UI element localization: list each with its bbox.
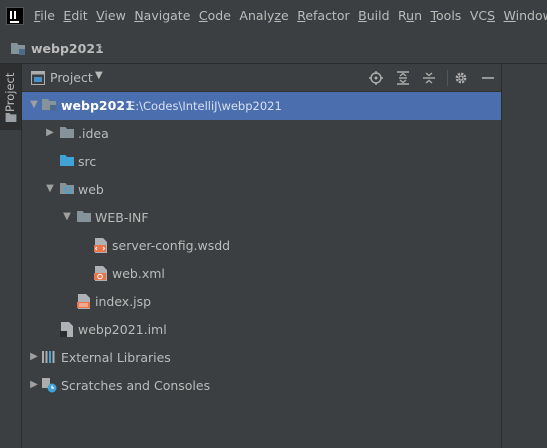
web-folder-icon	[60, 183, 74, 194]
panel-title[interactable]: Project	[50, 70, 93, 85]
chevron-right-icon[interactable]: ▶	[44, 126, 56, 140]
tree-row-index-jsp[interactable]: index.jsp	[22, 288, 501, 316]
tree-row-webinf[interactable]: ▼ WEB-INF	[22, 204, 501, 232]
menu-window[interactable]: Window	[504, 8, 547, 23]
tree-row-web[interactable]: ▼ web	[22, 176, 501, 204]
menu-bar: File Edit View Navigate Code Analyze Ref…	[0, 0, 547, 34]
tree-row-iml[interactable]: webp2021.iml	[22, 316, 501, 344]
view-dropdown-icon[interactable]: ▼	[95, 70, 103, 81]
menu-tools[interactable]: Tools	[431, 8, 462, 23]
breadcrumb-project[interactable]: webp2021	[31, 41, 104, 56]
iml-file-icon	[60, 322, 73, 337]
tree-item-label: Scratches and Consoles	[61, 378, 211, 393]
file-label: webp2021.iml	[78, 322, 167, 337]
folder-label: web	[78, 182, 104, 197]
folder-icon	[5, 113, 17, 122]
tree-row-idea[interactable]: ▶ .idea	[22, 120, 501, 148]
menu-code[interactable]: Code	[199, 8, 231, 23]
file-label: index.jsp	[95, 294, 152, 309]
project-panel: Project ▼ ▼ webp2021 E:\Codes\IntelliJ\w…	[22, 64, 501, 448]
main-menu: File Edit View Navigate Code Analyze Ref…	[34, 8, 547, 23]
gear-icon[interactable]	[452, 69, 470, 87]
chevron-down-icon[interactable]: ▼	[61, 210, 73, 224]
menu-view[interactable]: View	[96, 8, 126, 23]
menu-build[interactable]: Build	[358, 8, 389, 23]
file-label: server-config.wsdd	[112, 238, 231, 253]
chevron-down-icon[interactable]: ▼	[28, 98, 40, 112]
folder-label: .idea	[78, 126, 109, 141]
project-tool-tab[interactable]: Project	[0, 64, 21, 130]
tree-row-external-libraries[interactable]: ▶ External Libraries	[22, 344, 501, 372]
navigation-bar: webp2021 ›	[0, 34, 547, 64]
module-folder-icon	[42, 99, 56, 111]
tree-row-root[interactable]: ▼ webp2021 E:\Codes\IntelliJ\webp2021	[22, 92, 501, 120]
menu-navigate[interactable]: Navigate	[134, 8, 190, 23]
chevron-right-icon: ›	[98, 40, 104, 55]
source-folder-icon	[60, 155, 74, 166]
menu-vcs[interactable]: VCS	[470, 8, 495, 23]
folder-label: src	[78, 154, 97, 169]
tree-row-src[interactable]: src	[22, 148, 501, 176]
folder-icon	[60, 127, 74, 138]
menu-edit[interactable]: Edit	[63, 8, 87, 23]
scratches-icon	[42, 378, 57, 393]
locate-file-icon[interactable]	[367, 69, 385, 87]
root-path: E:\Codes\IntelliJ\webp2021	[128, 99, 282, 113]
hide-panel-icon[interactable]	[479, 69, 497, 87]
menu-run[interactable]: Run	[398, 8, 422, 23]
jsp-file-icon	[77, 294, 90, 309]
tree-row-scratches[interactable]: ▶ Scratches and Consoles	[22, 372, 501, 400]
panel-header: Project ▼	[22, 64, 501, 92]
editor-area	[501, 64, 547, 448]
menu-analyze[interactable]: Analyze	[239, 8, 288, 23]
intellij-logo-icon	[6, 7, 24, 25]
tree-item-label: External Libraries	[61, 350, 171, 365]
web-xml-file-icon	[94, 266, 107, 281]
folder-icon	[77, 211, 91, 222]
tree-row-web-xml[interactable]: web.xml	[22, 260, 501, 288]
xml-file-icon	[94, 238, 107, 253]
library-icon	[42, 351, 55, 363]
left-tool-stripe: Project	[0, 64, 22, 448]
file-label: web.xml	[112, 266, 165, 281]
project-view-icon	[31, 71, 45, 85]
chevron-right-icon[interactable]: ▶	[28, 378, 40, 392]
chevron-right-icon[interactable]: ▶	[28, 350, 40, 364]
project-tab-label: Project	[3, 72, 17, 112]
menu-file[interactable]: File	[34, 8, 55, 23]
collapse-all-icon[interactable]	[420, 69, 438, 87]
expand-all-icon[interactable]	[394, 69, 412, 87]
menu-refactor[interactable]: Refactor	[297, 8, 349, 23]
root-module-name: webp2021	[61, 98, 134, 113]
toolbar-divider	[447, 70, 448, 86]
module-folder-icon	[11, 43, 25, 55]
tree-row-server-config[interactable]: server-config.wsdd	[22, 232, 501, 260]
folder-label: WEB-INF	[95, 210, 149, 225]
chevron-down-icon[interactable]: ▼	[44, 182, 56, 196]
